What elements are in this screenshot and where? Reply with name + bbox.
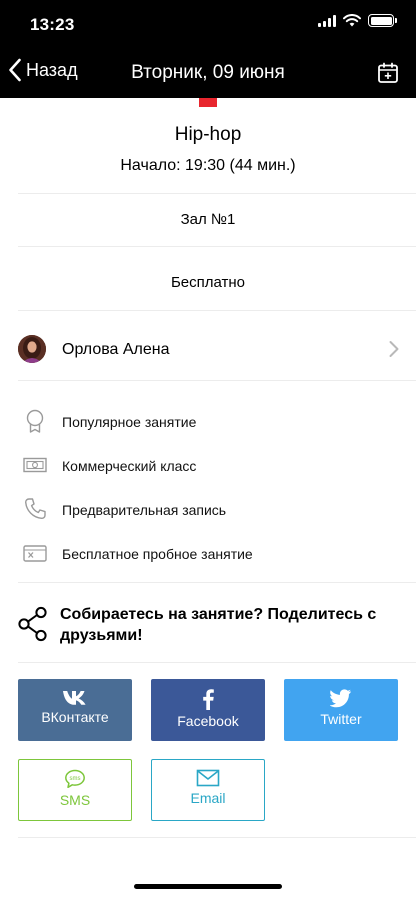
vk-icon — [63, 691, 86, 705]
battery-icon — [368, 14, 397, 27]
feature-label: Популярное занятие — [62, 414, 197, 430]
trainer-avatar — [18, 335, 46, 363]
email-label: Email — [190, 790, 226, 806]
class-price: Бесплатно — [170, 274, 246, 291]
share-email-button[interactable]: Email — [151, 759, 265, 821]
cellular-signal-icon — [318, 14, 336, 27]
twitter-icon — [330, 689, 351, 708]
navigation-bar: Назад Вторник, 09 июня — [0, 48, 416, 98]
divider — [18, 662, 416, 663]
divider — [18, 246, 416, 247]
class-title: Hip-hop — [174, 124, 242, 145]
banknote-icon — [23, 457, 47, 473]
wifi-icon — [343, 14, 361, 27]
facebook-label: Facebook — [177, 713, 239, 729]
trainer-row[interactable]: Орлова Алена — [0, 325, 416, 377]
facebook-icon — [203, 689, 214, 710]
status-time: 13:23 — [30, 15, 75, 34]
divider — [18, 582, 416, 583]
share-facebook-button[interactable]: Facebook — [151, 679, 265, 741]
status-icons — [318, 14, 397, 27]
status-bar: 13:23 — [0, 0, 416, 48]
chevron-right-icon — [389, 341, 399, 357]
feature-item: Бесплатное пробное занятие — [0, 536, 416, 572]
twitter-label: Twitter — [320, 711, 362, 727]
share-vk-button[interactable]: ВКонтакте — [18, 679, 132, 741]
award-icon — [26, 409, 44, 433]
feature-label: Бесплатное пробное занятие — [62, 546, 253, 562]
add-to-calendar-icon[interactable] — [376, 61, 400, 85]
share-twitter-button[interactable]: Twitter — [284, 679, 398, 741]
divider — [18, 310, 416, 311]
share-prompt: Собираетесь на занятие? Поделитесь с дру… — [0, 600, 416, 660]
divider — [18, 380, 416, 381]
feature-item: Коммерческий класс — [0, 448, 416, 484]
envelope-icon — [196, 769, 220, 787]
nav-title: Вторник, 09 июня — [131, 62, 285, 83]
phone-icon — [25, 498, 46, 519]
sms-label: SMS — [59, 792, 91, 808]
class-hall: Зал №1 — [180, 211, 236, 228]
feature-label: Предварительная запись — [62, 502, 227, 518]
feature-item: Предварительная запись — [0, 492, 416, 528]
sms-bubble-icon: sms — [65, 769, 85, 789]
free-trial-icon — [23, 545, 47, 562]
sms-icon-text: sms — [70, 776, 81, 782]
vk-label: ВКонтакте — [41, 709, 109, 725]
divider — [18, 837, 416, 838]
feature-label: Коммерческий класс — [62, 458, 197, 474]
divider — [18, 193, 416, 194]
share-icon — [18, 606, 47, 642]
share-sms-button[interactable]: sms SMS — [18, 759, 132, 821]
share-prompt-text: Собираетесь на занятие? Поделитесь с дру… — [60, 606, 377, 644]
home-indicator — [134, 884, 282, 889]
feature-item: Популярное занятие — [0, 404, 416, 440]
trainer-name: Орлова Алена — [62, 341, 170, 358]
accent-marker — [199, 98, 217, 107]
class-start-time: Начало: 19:30 (44 мин.) — [120, 157, 296, 174]
